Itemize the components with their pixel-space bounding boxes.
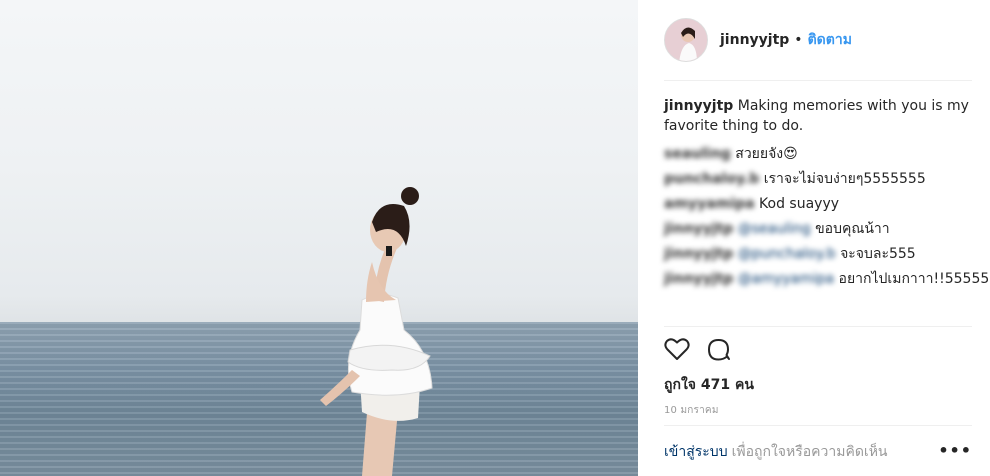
comment-text: อยากไปเมกาาา!!55555 (834, 271, 990, 287)
login-prompt: เข้าสู่ระบบ เพื่อถูกใจหรือความคิดเห็น ••… (664, 441, 972, 463)
comment-username[interactable]: punchaloy.b (664, 171, 759, 187)
comment-username[interactable]: amyyamipa (664, 196, 755, 212)
comment-item: amyyamipa Kod suayyy (664, 194, 972, 214)
comment-mention[interactable]: @amyyamipa (733, 271, 834, 287)
comment-text: เราจะไม่จบง่ายๆ5555555 (759, 171, 926, 187)
comment-username[interactable]: jinnyyjtp (664, 246, 733, 262)
comment-username[interactable]: jinnyyjtp (664, 221, 733, 237)
login-link[interactable]: เข้าสู่ระบบ (664, 441, 728, 463)
post-sidebar: jinnyyjtp • ติดตาม jinnyyjtp Making memo… (638, 0, 990, 476)
caption-username[interactable]: jinnyyjtp (664, 98, 733, 114)
caption: jinnyyjtp Making memories with you is my… (664, 96, 972, 136)
comment-list: jinnyyjtp Making memories with you is my… (664, 96, 989, 294)
comment-mention[interactable]: @punchaloy.b (733, 246, 836, 262)
comment-item: jinnyyjtp @seauling ขอบคุณน้าา (664, 219, 972, 239)
comment-item: seauling สวยยจัง😍 (664, 144, 972, 164)
comment-username[interactable]: seauling (664, 146, 731, 162)
avatar-image (665, 19, 707, 61)
footer-divider (664, 425, 972, 426)
header-separator: • (794, 32, 803, 48)
like-count[interactable]: ถูกใจ 471 คน (664, 374, 754, 396)
action-bar (664, 337, 732, 361)
comment-mention[interactable]: @seauling (733, 221, 811, 237)
more-options-icon[interactable]: ••• (938, 441, 972, 460)
comment-username[interactable]: jinnyyjtp (664, 271, 733, 287)
login-prompt-text: เพื่อถูกใจหรือความคิดเห็น (731, 444, 888, 460)
comment-text: ขอบคุณน้าา (810, 221, 890, 237)
comment-text: สวยยจัง😍 (730, 146, 798, 162)
photo-person (320, 187, 433, 476)
heart-icon[interactable] (664, 337, 690, 361)
comment-item: jinnyyjtp @amyyamipa อยากไปเมกาาา!!55555 (664, 269, 989, 289)
comment-text: จะจบละ555 (835, 246, 916, 262)
comment-item: jinnyyjtp @punchaloy.b จะจบละ555 (664, 244, 972, 264)
post-date: 10 มกราคม (664, 405, 719, 416)
follow-button[interactable]: ติดตาม (808, 29, 852, 51)
avatar[interactable] (664, 18, 708, 62)
header-username[interactable]: jinnyyjtp (720, 32, 789, 48)
post-header: jinnyyjtp • ติดตาม (664, 18, 972, 62)
header-divider (664, 80, 972, 81)
comment-text: Kod suayyy (754, 196, 840, 212)
comment-item: punchaloy.b เราจะไม่จบง่ายๆ5555555 (664, 169, 972, 189)
comment-bubble-icon[interactable] (706, 337, 732, 361)
actions-divider (664, 326, 972, 327)
post-photo[interactable] (0, 0, 638, 476)
